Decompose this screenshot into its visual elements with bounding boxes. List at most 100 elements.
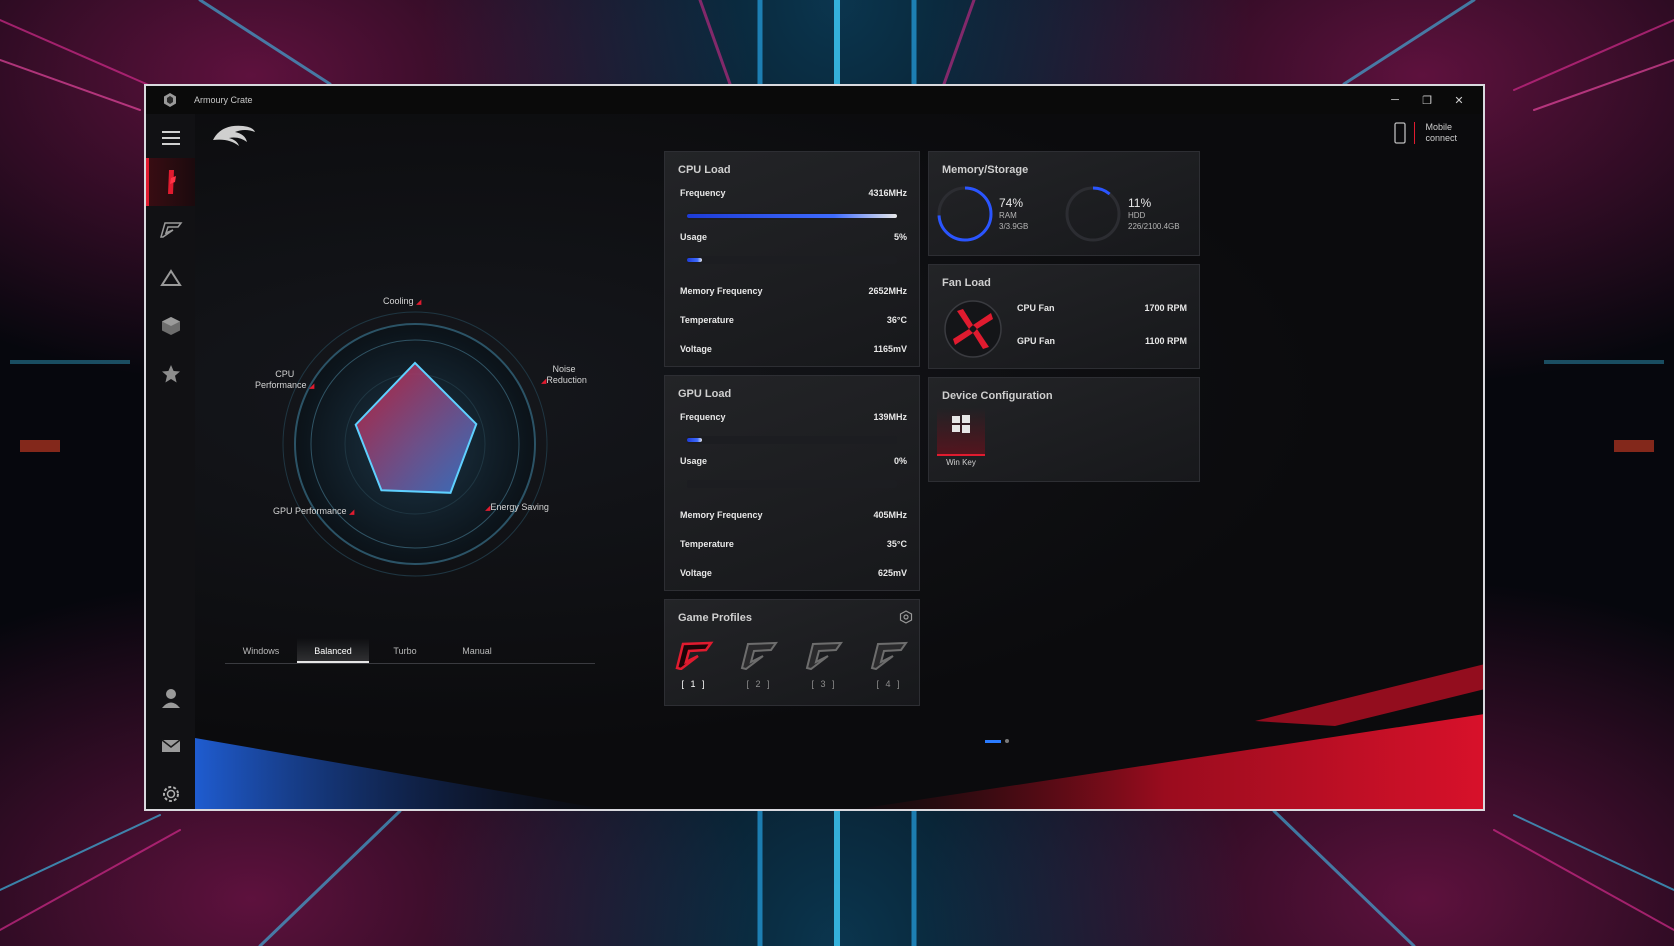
page-dot[interactable]	[1005, 739, 1009, 743]
sidebar-item-settings[interactable]	[146, 770, 195, 809]
cpu-frequency-row: Frequency 4316MHz	[680, 188, 907, 198]
cpu-usage-label: Usage	[680, 232, 708, 242]
radar-label-energy-text: Energy Saving	[490, 502, 549, 512]
cube-icon	[161, 317, 180, 335]
minimize-button[interactable]: ─	[1379, 86, 1411, 114]
armoury-crate-icon	[164, 93, 176, 107]
win-key-toggle[interactable]	[937, 408, 985, 456]
gpu-load-card: GPU Load Frequency 139MHz Usage 0% Memory …	[664, 375, 920, 591]
game-profile-3[interactable]: [ 3 ]	[799, 640, 849, 689]
cpu-memfreq-row: Memory Frequency 2652MHz	[680, 286, 907, 296]
game-profile-2[interactable]: [ 2 ]	[734, 640, 784, 689]
mobile-connect-button[interactable]: Mobile connect	[1394, 122, 1457, 144]
cpu-fan-row: CPU Fan 1700 RPM	[1017, 303, 1187, 313]
sidebar-item-menu[interactable]	[146, 114, 195, 162]
hdd-info: 11% HDD 226/2100.4GB	[1128, 196, 1180, 232]
sidebar	[146, 114, 195, 809]
gpu-memfreq-label: Memory Frequency	[680, 510, 763, 520]
device-config-card: Device Configuration Win Key	[928, 377, 1200, 482]
tab-manual[interactable]: Manual	[441, 638, 513, 663]
memory-storage-card: Memory/Storage 74% RAM 3/3.9GB 11% HDD 2…	[928, 151, 1200, 256]
profile-3-icon	[805, 641, 843, 671]
mobile-connect-line1: Mobile	[1425, 122, 1452, 132]
sidebar-item-user[interactable]	[146, 674, 195, 722]
gpu-voltage-label: Voltage	[680, 568, 712, 578]
gpu-temperature-row: Temperature 35°C	[680, 539, 907, 549]
gear-icon	[162, 786, 179, 802]
cpu-load-title: CPU Load	[678, 164, 731, 176]
minimize-icon: ─	[1391, 94, 1399, 106]
cpu-load-card: CPU Load Frequency 4316MHz Usage 5% Memory…	[664, 151, 920, 367]
gpu-usage-label: Usage	[680, 456, 708, 466]
fan-load-title: Fan Load	[942, 277, 991, 289]
tab-windows[interactable]: Windows	[225, 638, 297, 663]
gpu-frequency-bar	[687, 436, 897, 444]
cpu-frequency-label: Frequency	[680, 188, 726, 198]
radar-label-cpu: CPU Performance ◢	[255, 369, 315, 390]
hamburger-icon	[161, 131, 180, 145]
game-profile-4-label: [ 4 ]	[876, 679, 902, 689]
mobile-connect-label: Mobile connect	[1425, 122, 1457, 144]
tab-balanced[interactable]: Balanced	[297, 638, 369, 663]
profile-4-icon	[870, 641, 908, 671]
hdd-label: HDD	[1128, 211, 1146, 220]
gpu-frequency-value: 139MHz	[873, 412, 907, 422]
win-key-label: Win Key	[946, 458, 976, 467]
radar-label-gpu: GPU Performance ◢	[273, 506, 355, 516]
restore-button[interactable]: ❐	[1411, 86, 1443, 114]
cpu-memfreq-value: 2652MHz	[868, 286, 907, 296]
gpu-fan-label: GPU Fan	[1017, 336, 1056, 346]
mail-icon	[161, 739, 180, 752]
radar-label-noise-line2: Reduction	[546, 375, 587, 385]
page-indicator	[985, 739, 1009, 743]
game-profiles-title: Game Profiles	[678, 612, 752, 624]
app-window: Armoury Crate ─ ❐ ✕ Mobile connect Cooli…	[144, 84, 1485, 811]
user-icon	[161, 689, 180, 708]
mode-tabs: Windows Balanced Turbo Manual	[225, 638, 595, 664]
cpu-temperature-row: Temperature 36°C	[680, 315, 907, 325]
ram-percent: 74%	[999, 196, 1024, 210]
triangle-icon	[159, 269, 182, 286]
sidebar-item-library[interactable]	[146, 302, 195, 350]
ram-info: 74% RAM 3/3.9GB	[999, 196, 1028, 232]
sidebar-item-featured[interactable]	[146, 350, 195, 398]
close-icon: ✕	[1454, 94, 1464, 107]
profile-settings-icon[interactable]	[899, 610, 913, 624]
sidebar-item-aura[interactable]	[146, 254, 195, 302]
rog-gadget-icon	[159, 222, 182, 238]
cpu-frequency-bar-fill	[687, 214, 897, 218]
device-config-title: Device Configuration	[942, 390, 1053, 402]
gpu-usage-row: Usage 0%	[680, 456, 907, 466]
main-content: Mobile connect Cooling ◢ Noise ◢Reductio…	[195, 114, 1483, 809]
cpu-frequency-bar	[687, 212, 897, 220]
game-profile-1[interactable]: [ 1 ]	[669, 640, 719, 689]
tab-turbo[interactable]: Turbo	[369, 638, 441, 663]
cpu-usage-bar-fill	[687, 258, 702, 262]
memory-storage-title: Memory/Storage	[942, 164, 1029, 176]
cpu-voltage-label: Voltage	[680, 344, 712, 354]
window-title: Armoury Crate	[194, 95, 253, 105]
cpu-usage-value: 5%	[893, 232, 907, 242]
close-button[interactable]: ✕	[1443, 86, 1475, 114]
windows-key-icon	[952, 415, 970, 433]
gpu-frequency-label: Frequency	[680, 412, 726, 422]
profile-2-icon	[740, 641, 778, 671]
game-profile-4[interactable]: [ 4 ]	[864, 640, 914, 689]
cpu-usage-bar	[687, 256, 897, 264]
cpu-usage-row: Usage 5%	[680, 232, 907, 242]
gpu-voltage-row: Voltage 625mV	[680, 568, 907, 578]
cpu-fan-value: 1700 RPM	[1144, 303, 1187, 313]
sidebar-item-device[interactable]	[146, 206, 195, 254]
sidebar-item-home[interactable]	[146, 158, 195, 206]
gpu-fan-value: 1100 RPM	[1144, 336, 1187, 346]
star-icon	[161, 365, 180, 383]
radar-label-cooling: Cooling ◢	[383, 296, 422, 306]
gpu-frequency-bar-fill	[687, 438, 702, 442]
hdd-detail: 226/2100.4GB	[1128, 222, 1180, 231]
profile-1-icon	[675, 641, 714, 671]
cpu-fan-label: CPU Fan	[1017, 303, 1055, 313]
sidebar-item-news[interactable]	[146, 722, 195, 770]
page-dot-active[interactable]	[985, 739, 1001, 743]
radar-label-noise-line1: Noise	[552, 364, 576, 374]
radar-label-cpu-line2: Performance	[255, 380, 307, 390]
